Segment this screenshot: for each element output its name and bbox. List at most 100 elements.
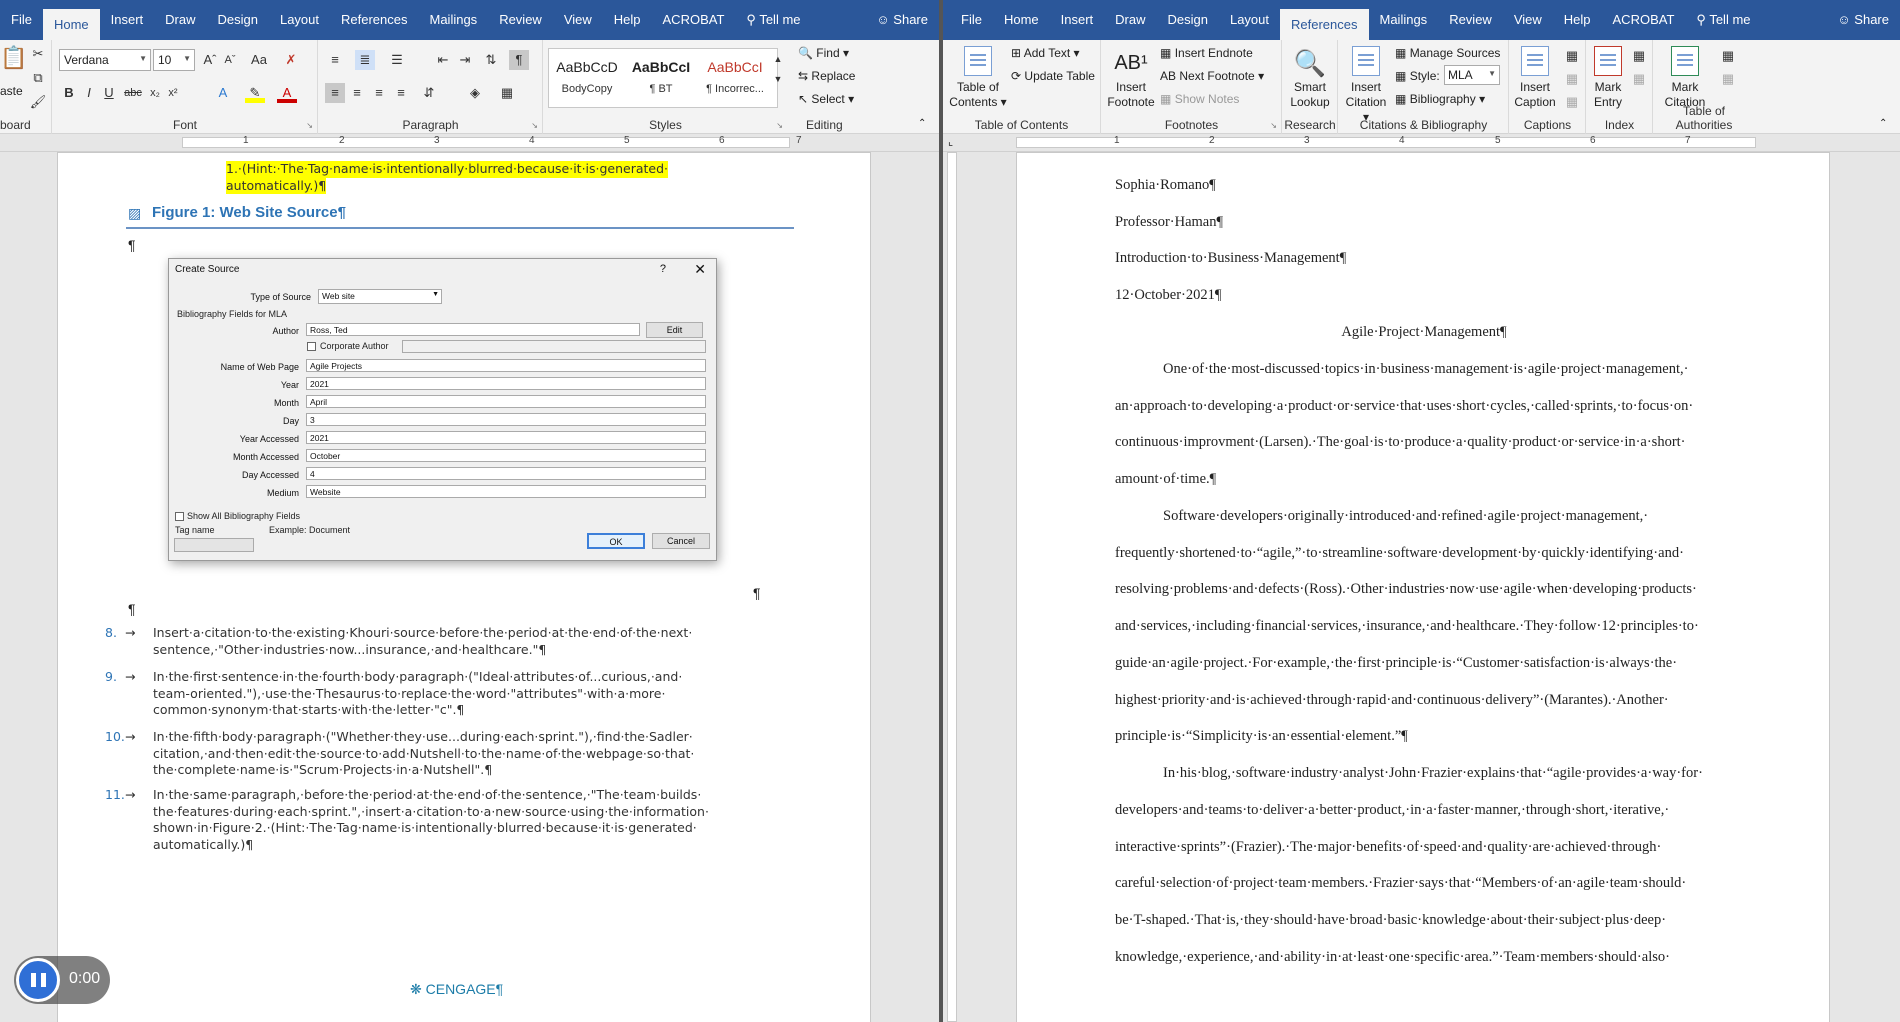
justify-icon[interactable]: ≡: [391, 83, 411, 103]
numbering-icon[interactable]: ≣: [355, 50, 375, 70]
style-incorrect[interactable]: AaBbCcI ¶ Incorrec...: [699, 53, 771, 103]
insert-endnote-button[interactable]: ▦ Insert Endnote: [1160, 46, 1253, 60]
tab-help[interactable]: Help: [1553, 0, 1602, 40]
paste-icon[interactable]: 📋: [0, 47, 27, 78]
tab-view[interactable]: View: [553, 0, 603, 40]
update-index-icon[interactable]: ▦: [1629, 69, 1649, 89]
tab-references[interactable]: References: [1280, 9, 1369, 40]
help-icon[interactable]: ?: [660, 263, 666, 275]
pause-button[interactable]: [16, 958, 60, 1002]
tab-draw[interactable]: Draw: [154, 0, 206, 40]
tag-name-field[interactable]: [174, 538, 254, 552]
smart-lookup-button[interactable]: 🔍 Smart Lookup: [1285, 46, 1335, 110]
dialog-launcher-icon[interactable]: ↘: [306, 121, 313, 130]
change-case-button[interactable]: Aa: [246, 50, 272, 70]
update-authorities-icon[interactable]: ▦: [1718, 69, 1738, 89]
tab-help[interactable]: Help: [603, 0, 652, 40]
collapse-ribbon-icon[interactable]: ⌃: [1879, 118, 1887, 129]
insert-table-of-figures-icon[interactable]: ▦: [1562, 46, 1582, 66]
field-input[interactable]: 2021: [306, 431, 706, 444]
clear-formatting-icon[interactable]: ✗: [281, 50, 301, 70]
tab-layout[interactable]: Layout: [269, 0, 330, 40]
highlight-icon[interactable]: ✎: [245, 83, 265, 103]
next-footnote-button[interactable]: AB Next Footnote ▾: [1160, 69, 1264, 83]
video-player-control[interactable]: 0:00: [14, 956, 110, 1004]
type-of-source-select[interactable]: Web site ▼: [318, 289, 442, 304]
field-input[interactable]: October: [306, 449, 706, 462]
tab-insert[interactable]: Insert: [1050, 0, 1105, 40]
shading-icon[interactable]: ◈: [465, 83, 485, 103]
document-page[interactable]: Sophia·Romano¶ Professor·Haman¶ Introduc…: [1016, 152, 1830, 1022]
sort-icon[interactable]: ⇅: [481, 50, 501, 70]
style-bt[interactable]: AaBbCcI ¶ BT: [625, 53, 697, 103]
cross-reference-icon[interactable]: ▦: [1562, 92, 1582, 112]
subscript-icon[interactable]: x₂: [145, 83, 165, 103]
horizontal-ruler[interactable]: 1 2 3 4 5 6 7: [0, 134, 939, 152]
tab-view[interactable]: View: [1503, 0, 1553, 40]
edit-author-button[interactable]: Edit: [646, 322, 703, 338]
cancel-button[interactable]: Cancel: [652, 533, 710, 549]
font-size-box[interactable]: 10 ▼: [153, 49, 195, 71]
dialog-launcher-icon[interactable]: ↘: [776, 121, 783, 130]
dialog-launcher-icon[interactable]: ↘: [531, 121, 538, 130]
strikethrough-icon[interactable]: abc: [123, 83, 143, 103]
tab-home[interactable]: Home: [42, 9, 100, 40]
underline-icon[interactable]: U: [99, 83, 119, 103]
show-notes-button[interactable]: ▦ Show Notes: [1160, 92, 1239, 106]
find-button[interactable]: 🔍 Find ▾: [798, 46, 849, 60]
field-input[interactable]: 2021: [306, 377, 706, 390]
tab-draw[interactable]: Draw: [1104, 0, 1156, 40]
select-button[interactable]: ↖ Select ▾: [798, 92, 854, 106]
update-table-button[interactable]: ⟳ Update Table: [1011, 69, 1095, 83]
citation-style-select[interactable]: MLA ▼: [1444, 65, 1500, 85]
bold-icon[interactable]: B: [59, 83, 79, 103]
tab-selector-icon[interactable]: ⌞: [948, 135, 953, 148]
mark-citation-button[interactable]: Mark Citation: [1656, 46, 1714, 110]
tab-file[interactable]: File: [943, 0, 993, 40]
tab-review[interactable]: Review: [1438, 0, 1503, 40]
italic-icon[interactable]: I: [79, 83, 99, 103]
bibliography-button[interactable]: ▦ Bibliography ▾: [1395, 92, 1485, 106]
align-center-icon[interactable]: ≡: [347, 83, 367, 103]
copy-icon[interactable]: ⧉: [28, 68, 48, 88]
text-effects-icon[interactable]: A: [213, 83, 233, 103]
field-input[interactable]: 3: [306, 413, 706, 426]
insert-index-icon[interactable]: ▦: [1629, 46, 1649, 66]
share-button[interactable]: ☺ Share: [865, 0, 939, 40]
insert-table-of-authorities-icon[interactable]: ▦: [1718, 46, 1738, 66]
field-input[interactable]: Agile Projects: [306, 359, 706, 372]
horizontal-ruler[interactable]: ⌞ 1 2 3 4 5 6 7: [943, 134, 1900, 152]
tab-mailings[interactable]: Mailings: [419, 0, 489, 40]
tab-design[interactable]: Design: [1157, 0, 1219, 40]
table-of-contents-button[interactable]: Table of Contents ▾: [949, 46, 1007, 110]
tab-references[interactable]: References: [330, 0, 418, 40]
dialog-launcher-icon[interactable]: ↘: [1270, 121, 1277, 130]
replace-button[interactable]: ⇆ Replace: [798, 69, 855, 83]
tab-acrobat[interactable]: ACROBAT: [652, 0, 736, 40]
line-spacing-icon[interactable]: ⇵: [419, 83, 439, 103]
mark-entry-button[interactable]: Mark Entry: [1589, 46, 1627, 110]
superscript-icon[interactable]: x²: [163, 83, 183, 103]
grow-font-icon[interactable]: Aˆ: [200, 50, 220, 70]
insert-citation-button[interactable]: Insert Citation ▾: [1341, 46, 1391, 125]
add-text-button[interactable]: ⊞ Add Text ▾: [1011, 46, 1080, 60]
manage-sources-button[interactable]: ▦ Manage Sources: [1395, 46, 1500, 60]
corporate-author-field[interactable]: [402, 340, 706, 353]
show-all-fields-checkbox[interactable]: [175, 512, 184, 521]
tab-layout[interactable]: Layout: [1219, 0, 1280, 40]
bullets-icon[interactable]: ≡: [325, 50, 345, 70]
align-left-icon[interactable]: ≡: [325, 83, 345, 103]
cut-icon[interactable]: ✂: [28, 44, 48, 64]
vertical-ruler[interactable]: [943, 152, 961, 1022]
tab-acrobat[interactable]: ACROBAT: [1602, 0, 1686, 40]
tab-home[interactable]: Home: [993, 0, 1050, 40]
tell-me-box[interactable]: ⚲ Tell me: [1685, 0, 1761, 40]
corporate-author-checkbox[interactable]: [307, 342, 316, 351]
tell-me-box[interactable]: ⚲ Tell me: [735, 0, 811, 40]
author-field[interactable]: Ross, Ted: [306, 323, 640, 336]
update-table-icon[interactable]: ▦: [1562, 69, 1582, 89]
font-color-icon[interactable]: A: [277, 83, 297, 103]
collapse-ribbon-icon[interactable]: ⌃: [918, 118, 926, 129]
insert-footnote-button[interactable]: AB¹ Insert Footnote: [1106, 46, 1156, 110]
increase-indent-icon[interactable]: ⇥: [455, 50, 475, 70]
